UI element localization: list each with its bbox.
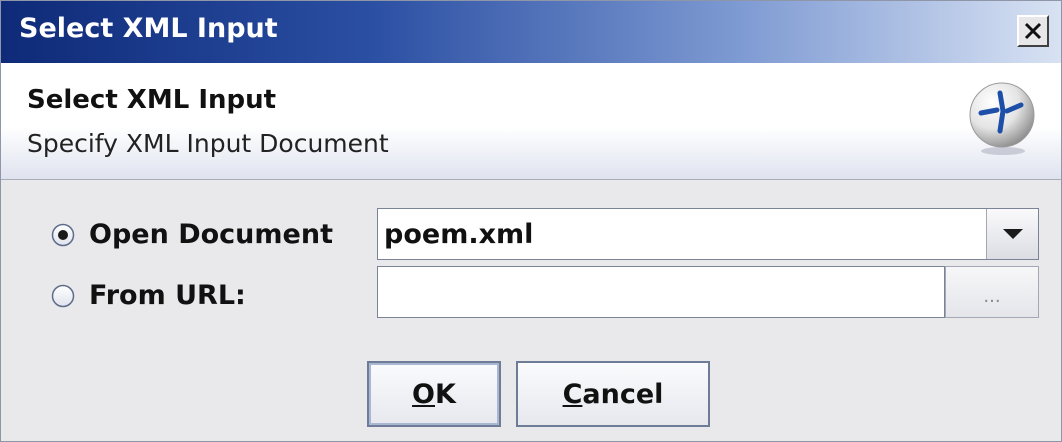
select-xml-input-dialog: Select XML Input Select XML Input Specif… — [0, 0, 1062, 442]
browse-button[interactable]: ... — [945, 266, 1039, 318]
window-title: Select XML Input — [19, 13, 278, 44]
cancel-button[interactable]: Cancel — [516, 361, 710, 427]
header-banner: Select XML Input Specify XML Input Docum… — [1, 63, 1061, 180]
document-combobox-value: poem.xml — [384, 219, 534, 250]
open-document-label: Open Document — [89, 219, 333, 250]
radio-unselected-icon[interactable] — [51, 284, 75, 308]
ok-button[interactable]: OK — [367, 361, 501, 427]
radio-selected-icon[interactable] — [51, 223, 75, 247]
close-icon — [1024, 22, 1042, 40]
cancel-label-rest: ancel — [582, 378, 664, 410]
from-url-option[interactable]: From URL: — [51, 280, 246, 311]
from-url-label: From URL: — [89, 280, 246, 311]
url-input[interactable] — [377, 266, 945, 318]
ok-mnemonic: O — [412, 378, 435, 410]
header-subtitle: Specify XML Input Document — [27, 129, 389, 158]
open-document-option[interactable]: Open Document — [51, 219, 333, 250]
ok-label-rest: K — [435, 378, 456, 410]
title-bar[interactable]: Select XML Input — [1, 1, 1061, 63]
header-title: Select XML Input — [27, 85, 277, 115]
document-combobox[interactable]: poem.xml — [377, 208, 1039, 260]
close-button[interactable] — [1017, 15, 1049, 47]
app-logo-icon — [969, 82, 1035, 155]
cancel-mnemonic: C — [562, 378, 583, 410]
chevron-down-icon — [1002, 229, 1023, 239]
dropdown-button[interactable] — [986, 209, 1038, 259]
